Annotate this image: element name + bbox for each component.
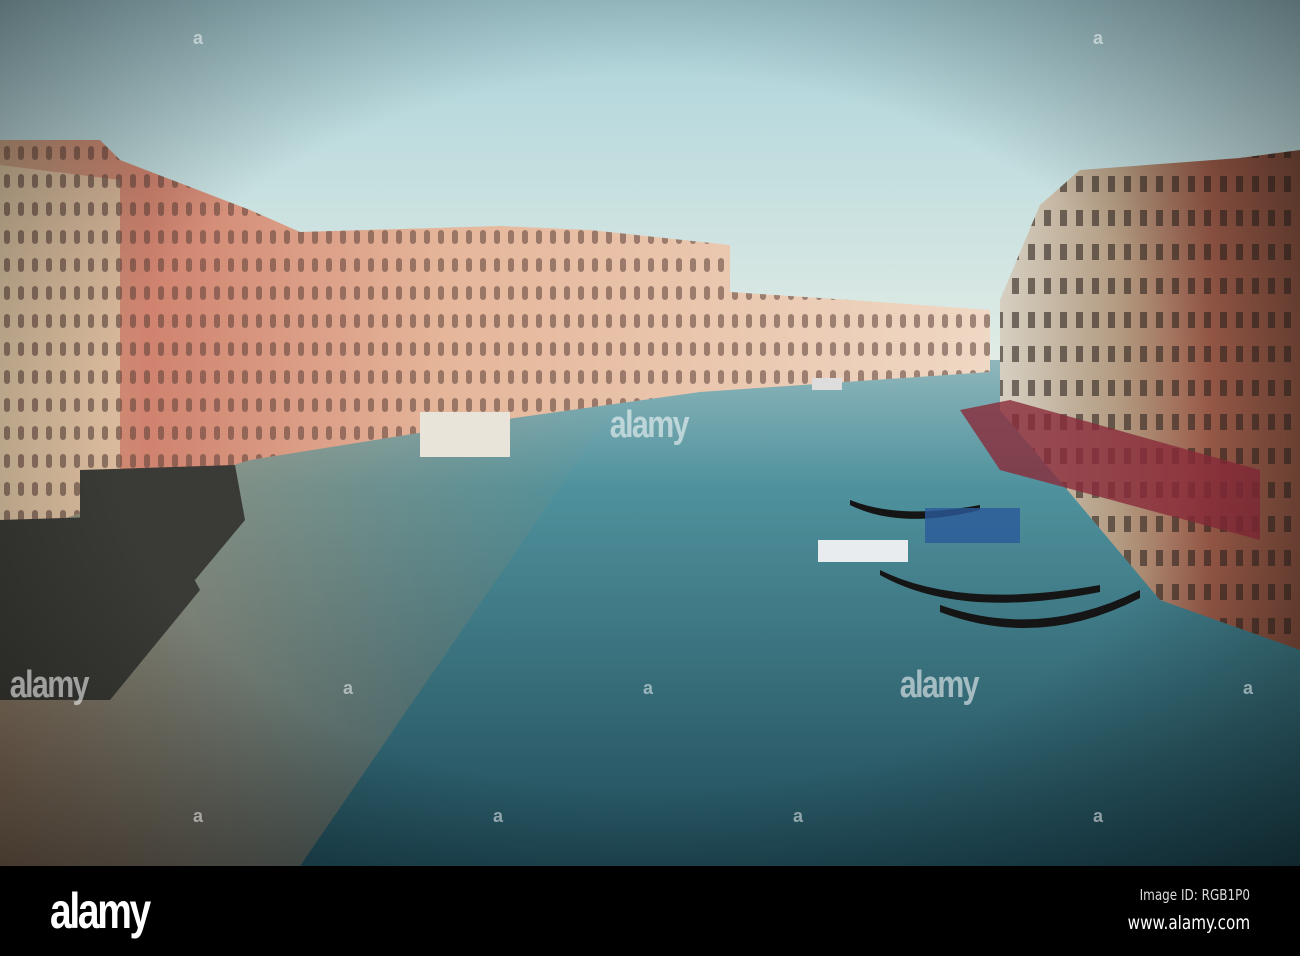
watermark-mark: a [493, 806, 504, 826]
stock-photo: alamy alamy alamy a a a a a a a a a alam… [0, 0, 1300, 956]
watermark-mark: a [1093, 806, 1104, 826]
image-id: Image ID: RGB1P0 [1139, 886, 1250, 904]
site-url: www.alamy.com [1127, 912, 1250, 934]
watermark: alamy [609, 404, 690, 446]
watermark-mark: a [343, 678, 354, 698]
footer-bar: alamy Image ID: RGB1P0 www.alamy.com [0, 866, 1300, 956]
watermark: alamy [9, 664, 90, 706]
watermark-mark: a [193, 28, 204, 48]
alamy-logo: alamy [50, 883, 151, 939]
watermark-mark: a [793, 806, 804, 826]
watermark: alamy [899, 664, 980, 706]
watermark-mark: a [1243, 678, 1254, 698]
watermark-mark: a [1093, 28, 1104, 48]
watermark-mark: a [643, 678, 654, 698]
watermark-mark: a [193, 806, 204, 826]
